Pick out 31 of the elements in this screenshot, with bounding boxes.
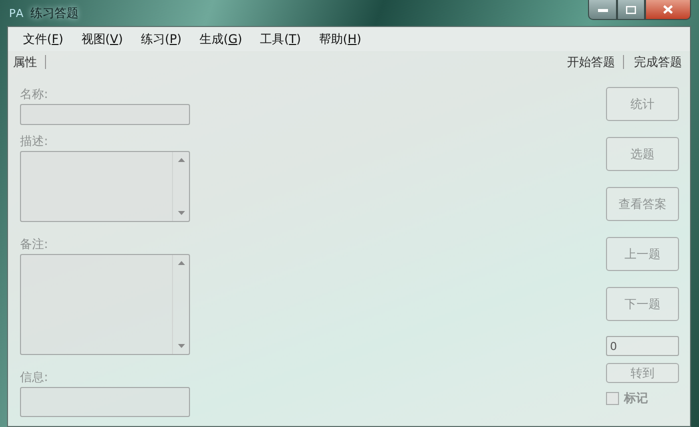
field-label: 备注: <box>20 237 50 252</box>
field-label: 信息: <box>20 370 50 385</box>
close-button[interactable] <box>645 0 691 20</box>
toolbar-item[interactable]: 开始答题 <box>567 54 623 70</box>
field-label: 描述: <box>20 134 50 149</box>
scroll-up-arrow-icon[interactable] <box>178 261 184 265</box>
menu-item[interactable]: 生成(G) <box>190 30 252 48</box>
input-field[interactable] <box>20 104 190 125</box>
menu-item[interactable]: 工具(T) <box>251 30 310 48</box>
input-field[interactable] <box>20 387 190 417</box>
scroll-up-arrow-icon[interactable] <box>178 158 184 162</box>
minimize-button[interactable] <box>588 0 617 20</box>
minimize-icon <box>598 8 608 12</box>
maximize-button[interactable] <box>617 0 645 20</box>
number-field[interactable]: 0 <box>606 336 679 356</box>
field-label: 名称: <box>20 87 50 102</box>
window-title: 练习答题 <box>30 4 78 22</box>
maximize-icon <box>626 6 636 14</box>
toolbar-item[interactable]: 完成答题 <box>634 54 690 70</box>
text-area[interactable] <box>20 254 190 355</box>
checkbox-label: 标记 <box>624 390 648 407</box>
text-area[interactable] <box>20 151 190 222</box>
menu-item[interactable]: 帮助(H) <box>310 30 370 48</box>
scroll-down-arrow-icon[interactable] <box>178 211 184 215</box>
scroll-down-arrow-icon[interactable] <box>178 344 184 348</box>
app-icon: PA <box>9 6 24 20</box>
menu-item[interactable]: 视图(V) <box>72 30 132 48</box>
menu-item[interactable]: 文件(F) <box>14 30 72 48</box>
toolbar-item[interactable]: 属性 <box>13 54 45 70</box>
menu-item[interactable]: 练习(P) <box>132 30 190 48</box>
close-icon <box>663 5 673 14</box>
